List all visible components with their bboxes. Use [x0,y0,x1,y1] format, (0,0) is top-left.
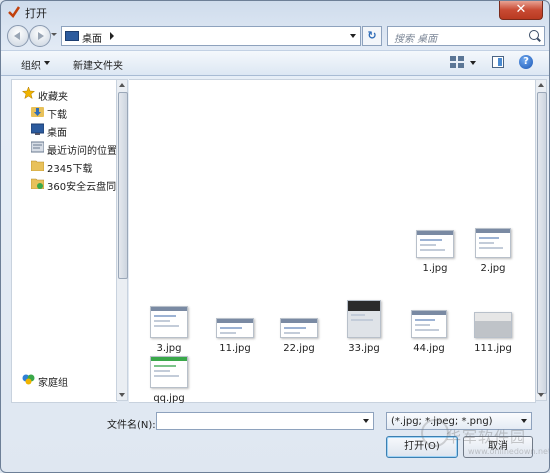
chevron-down-icon[interactable] [521,419,527,423]
app-check-icon [8,6,21,18]
scroll-up-icon[interactable] [538,83,544,87]
sidebar-item-label: 收藏夹 [38,92,68,103]
recent-places-icon [31,141,44,153]
scroll-down-icon[interactable] [119,393,125,397]
file-name: 2.jpg [480,263,506,274]
file-name: 1.jpg [422,263,448,274]
file-name: 11.jpg [219,343,251,354]
file-item-22-jpg[interactable]: 22.jpg [269,298,329,356]
download-folder-icon [31,107,44,117]
file-item-qq-jpg[interactable]: qq.jpg [139,348,199,406]
cloud-sync-folder-icon [31,178,44,189]
star-icon [22,87,35,99]
file-name: 44.jpg [413,343,445,354]
image-thumbnail [474,312,512,338]
new-folder-button[interactable]: 新建文件夹 [73,57,123,72]
refresh-button[interactable]: ↻ [362,26,382,46]
address-dropdown-icon[interactable] [350,34,356,38]
desktop-icon [31,123,44,135]
search-icon[interactable] [529,30,539,40]
file-name: 111.jpg [474,343,512,354]
chevron-down-icon[interactable] [44,61,50,65]
organize-button[interactable]: 组织 [21,57,41,72]
filename-label: 文件名(N): [107,420,156,431]
image-thumbnail [416,230,454,258]
view-dropdown-icon[interactable] [470,61,476,65]
watermark-url: www.onlinedown.net [468,447,550,456]
search-input[interactable]: 搜索 桌面 [387,26,545,46]
window-title: 打开 [25,7,47,20]
forward-button[interactable] [29,25,51,47]
scroll-up-icon[interactable] [119,83,125,87]
desktop-icon [65,31,79,41]
view-options-icon[interactable] [450,56,464,68]
sidebar-item-label: 最近访问的位置 [47,146,117,157]
navigation-bar: 桌面 ↻ 搜索 桌面 [1,23,549,49]
chevron-right-icon[interactable] [110,32,114,40]
file-item-44-jpg[interactable]: 44.jpg [399,298,459,356]
sidebar-item-label: 家庭组 [38,378,68,389]
sidebar-item-label: 360安全云盘同步 [47,182,117,193]
search-placeholder: 搜索 桌面 [394,34,438,45]
filename-input[interactable] [156,412,374,430]
sidebar-item-label: 2345下载 [47,164,93,175]
scroll-thumb[interactable] [537,92,547,394]
image-thumbnail [411,310,447,338]
help-icon[interactable]: ? [519,55,533,69]
preview-pane-icon[interactable] [492,56,504,68]
file-item-111-jpg[interactable]: 111.jpg [463,298,523,356]
file-item-33-jpg[interactable]: 33.jpg [334,298,394,356]
image-thumbnail [347,300,381,338]
chevron-down-icon[interactable] [363,419,369,423]
close-button[interactable]: ✕ [499,1,543,20]
navigation-pane-scrollbar[interactable] [116,79,128,401]
image-thumbnail [216,318,254,338]
title-bar: 打开 ✕ [1,1,549,23]
open-file-dialog: 打开 ✕ 桌面 ↻ 搜索 桌面 组织 新建文件夹 ? 收藏夹 下载 桌面 最近访… [0,0,550,473]
command-toolbar: 组织 新建文件夹 ? [1,50,549,76]
image-thumbnail [150,356,188,388]
image-thumbnail [150,306,188,338]
recent-pages-dropdown[interactable] [51,33,57,36]
image-thumbnail [475,228,511,258]
watermark-logo-icon [421,419,449,447]
address-text: 桌面 [82,34,102,45]
image-thumbnail [280,318,318,338]
watermark: 华军软件园 www.onlinedown.net [446,426,550,456]
scroll-thumb[interactable] [118,92,128,279]
file-list-scrollbar[interactable] [535,79,547,401]
back-button[interactable] [7,25,29,47]
homegroup-icon [22,374,35,385]
scroll-down-icon[interactable] [538,393,544,397]
address-bar[interactable]: 桌面 [61,26,361,46]
sidebar-item-label: 桌面 [47,128,67,139]
file-item-2-jpg[interactable]: 2.jpg [463,218,523,276]
file-name: 22.jpg [283,343,315,354]
file-list-pane: 1.jpg 2.jpg 3.jpg 11.jpg 22.jpg 33.jpg 4… [129,79,536,406]
watermark-text: 华军软件园 [446,428,527,446]
file-name: 33.jpg [348,343,380,354]
sidebar-item-label: 下载 [47,110,67,121]
folder-icon [31,160,44,171]
navigation-pane: 收藏夹 下载 桌面 最近访问的位置 2345下载 360安全云盘同 家庭组 [11,79,117,403]
file-item-1-jpg[interactable]: 1.jpg [405,218,465,276]
file-item-11-jpg[interactable]: 11.jpg [205,298,265,356]
